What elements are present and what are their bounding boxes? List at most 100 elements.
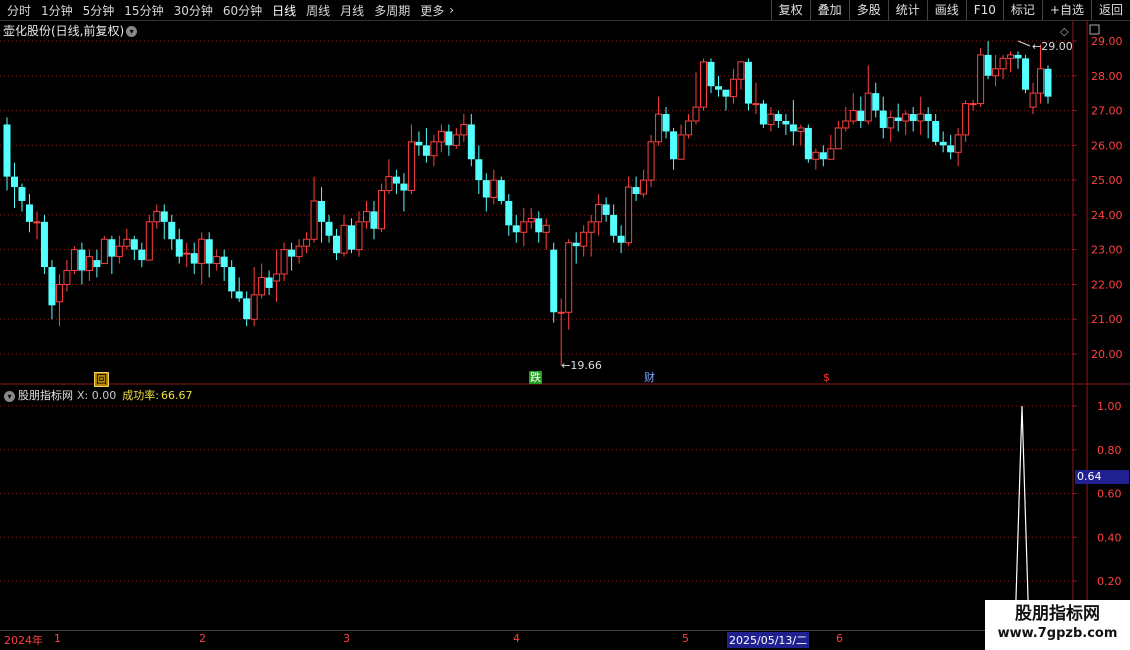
candle[interactable] bbox=[535, 211, 543, 243]
candle[interactable] bbox=[550, 242, 558, 323]
candle[interactable] bbox=[827, 134, 835, 160]
candle[interactable] bbox=[93, 249, 101, 278]
candle[interactable] bbox=[744, 58, 752, 111]
candle[interactable] bbox=[647, 134, 655, 188]
candle[interactable] bbox=[228, 260, 236, 299]
candle[interactable] bbox=[258, 263, 266, 299]
candle[interactable] bbox=[497, 176, 505, 205]
candle[interactable] bbox=[175, 228, 183, 264]
candle[interactable] bbox=[804, 124, 812, 163]
candle[interactable] bbox=[542, 218, 550, 250]
candle[interactable] bbox=[340, 214, 348, 257]
candle[interactable] bbox=[280, 242, 288, 281]
candle[interactable] bbox=[10, 162, 18, 208]
date-axis[interactable]: 2024年 1 2 3 4 5 2025/05/13/二 6 bbox=[0, 630, 1130, 648]
candle[interactable] bbox=[1029, 82, 1037, 115]
candle[interactable] bbox=[1014, 51, 1022, 69]
candle[interactable] bbox=[782, 114, 790, 135]
diamond-icon[interactable]: ◇ bbox=[1060, 25, 1069, 38]
candle[interactable] bbox=[377, 183, 385, 233]
candle[interactable] bbox=[190, 242, 198, 275]
candle[interactable] bbox=[33, 211, 41, 240]
candle[interactable] bbox=[924, 107, 932, 139]
candle[interactable] bbox=[1007, 51, 1015, 73]
dollar-marker[interactable]: $ bbox=[822, 371, 831, 384]
toolbar-button-5[interactable]: F10 bbox=[965, 0, 1003, 20]
candle[interactable] bbox=[55, 274, 63, 327]
candle[interactable] bbox=[325, 214, 333, 243]
candle[interactable] bbox=[962, 100, 970, 142]
candle[interactable] bbox=[100, 235, 108, 265]
candle[interactable] bbox=[295, 239, 303, 264]
candle[interactable] bbox=[939, 131, 947, 153]
candle[interactable] bbox=[812, 148, 820, 170]
selected-date[interactable]: 2025/05/13/二 bbox=[727, 632, 810, 648]
candle[interactable] bbox=[872, 82, 880, 118]
candle[interactable] bbox=[460, 114, 468, 142]
candle[interactable] bbox=[902, 110, 910, 135]
candle[interactable] bbox=[917, 96, 925, 135]
candle[interactable] bbox=[707, 58, 715, 94]
candle[interactable] bbox=[430, 134, 438, 167]
candle[interactable] bbox=[842, 107, 850, 132]
candle[interactable] bbox=[580, 225, 588, 257]
cai-marker[interactable]: 财 bbox=[643, 371, 656, 384]
period-tab-0[interactable]: 分时 bbox=[2, 2, 36, 19]
candle[interactable] bbox=[310, 176, 318, 243]
candle[interactable] bbox=[235, 277, 243, 302]
period-tab-9[interactable]: 多周期 bbox=[369, 2, 415, 19]
candle[interactable] bbox=[587, 214, 595, 257]
toolbar-button-0[interactable]: 复权 bbox=[770, 0, 810, 20]
period-tab-6[interactable]: 日线 bbox=[267, 2, 301, 19]
candle[interactable] bbox=[445, 124, 453, 156]
candle[interactable] bbox=[145, 214, 153, 261]
candle[interactable] bbox=[250, 267, 258, 327]
candle[interactable] bbox=[220, 249, 228, 281]
candle[interactable] bbox=[1037, 44, 1045, 104]
toolbar-button-4[interactable]: 画线 bbox=[926, 0, 966, 20]
zhang-marker[interactable]: 跌 bbox=[529, 371, 542, 384]
restore-window-icon[interactable] bbox=[1089, 24, 1100, 35]
candle[interactable] bbox=[70, 246, 78, 275]
candle[interactable] bbox=[625, 176, 633, 247]
candle[interactable] bbox=[729, 68, 737, 104]
candle[interactable] bbox=[25, 194, 33, 233]
candle[interactable] bbox=[333, 228, 341, 261]
candle[interactable] bbox=[662, 107, 670, 139]
candle[interactable] bbox=[722, 89, 730, 111]
candle[interactable] bbox=[759, 100, 767, 128]
candle[interactable] bbox=[849, 93, 857, 125]
candle[interactable] bbox=[437, 124, 445, 153]
candle[interactable] bbox=[243, 291, 251, 327]
candle[interactable] bbox=[947, 134, 955, 160]
candle[interactable] bbox=[63, 260, 71, 292]
candle[interactable] bbox=[213, 249, 221, 271]
candle[interactable] bbox=[288, 242, 296, 271]
candle[interactable] bbox=[714, 75, 722, 97]
candle[interactable] bbox=[153, 204, 161, 229]
candle[interactable] bbox=[160, 204, 168, 240]
toolbar-button-7[interactable]: +自选 bbox=[1041, 0, 1091, 20]
candle[interactable] bbox=[512, 214, 520, 243]
candle[interactable] bbox=[692, 72, 700, 125]
candle[interactable] bbox=[977, 47, 985, 108]
candle[interactable] bbox=[273, 249, 281, 302]
candle[interactable] bbox=[864, 65, 872, 125]
candle[interactable] bbox=[655, 96, 663, 146]
period-tab-7[interactable]: 周线 bbox=[301, 2, 335, 19]
candle[interactable] bbox=[1022, 54, 1030, 94]
candle[interactable] bbox=[670, 127, 678, 170]
candle[interactable] bbox=[108, 235, 116, 275]
chevron-right-icon[interactable]: › bbox=[449, 3, 459, 17]
candle[interactable] bbox=[879, 96, 887, 139]
candle[interactable] bbox=[887, 110, 895, 142]
candle[interactable] bbox=[984, 41, 992, 80]
candle[interactable] bbox=[969, 100, 977, 111]
candle[interactable] bbox=[1044, 65, 1052, 104]
candle[interactable] bbox=[198, 232, 206, 285]
candle[interactable] bbox=[40, 214, 48, 275]
candlestick-chart[interactable]: 29.00 28.00 27.00 26.00 25.00 24.00 23.00 22.00… bbox=[0, 20, 1130, 385]
period-tab-1[interactable]: 1分钟 bbox=[36, 2, 78, 19]
candle[interactable] bbox=[85, 249, 93, 281]
candle[interactable] bbox=[789, 100, 797, 146]
